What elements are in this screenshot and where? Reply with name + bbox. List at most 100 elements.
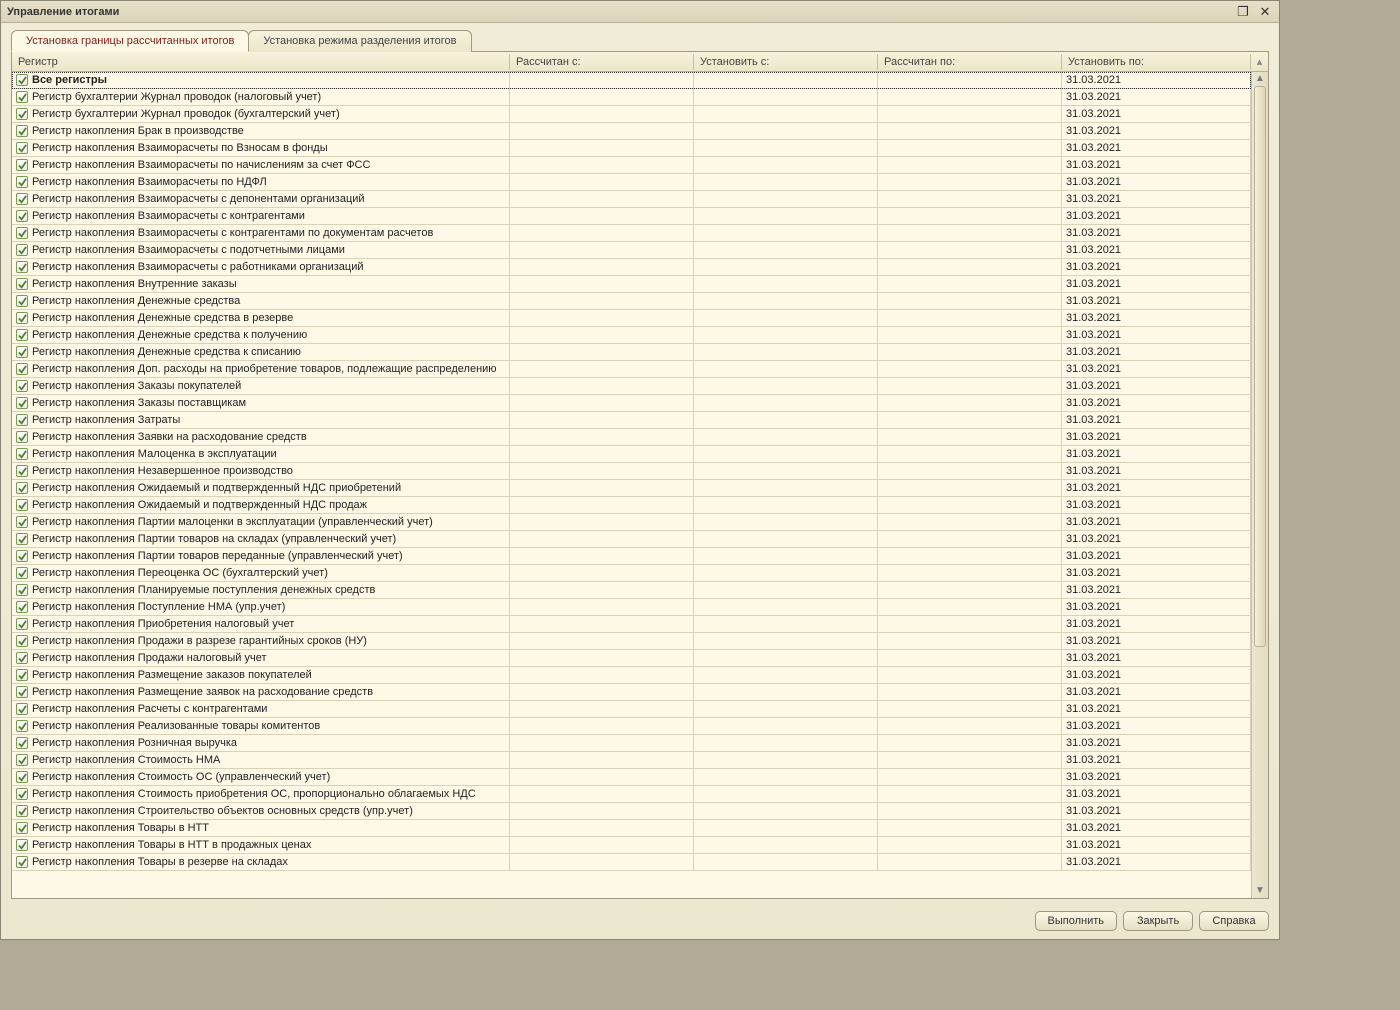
checkbox-icon[interactable] [16,618,28,630]
register-cell[interactable]: Регистр накопления Доп. расходы на приоб… [12,361,510,377]
table-row[interactable]: Регистр накопления Денежные средства к с… [12,344,1251,361]
table-row[interactable]: Регистр накопления Стоимость ОС (управле… [12,769,1251,786]
calc-from-cell[interactable] [510,89,694,105]
calc-to-cell[interactable] [878,72,1062,88]
set-to-cell[interactable]: 31.03.2021 [1062,242,1251,258]
calc-from-cell[interactable] [510,497,694,513]
set-from-cell[interactable] [694,803,878,819]
checkbox-icon[interactable] [16,465,28,477]
calc-from-cell[interactable] [510,701,694,717]
calc-to-cell[interactable] [878,565,1062,581]
calc-to-cell[interactable] [878,463,1062,479]
calc-to-cell[interactable] [878,361,1062,377]
set-from-cell[interactable] [694,684,878,700]
table-row[interactable]: Регистр накопления Строительство объекто… [12,803,1251,820]
set-to-cell[interactable]: 31.03.2021 [1062,174,1251,190]
register-cell[interactable]: Регистр накопления Взаиморасчеты с депон… [12,191,510,207]
calc-to-cell[interactable] [878,820,1062,836]
set-to-cell[interactable]: 31.03.2021 [1062,463,1251,479]
checkbox-icon[interactable] [16,380,28,392]
set-from-cell[interactable] [694,701,878,717]
register-cell[interactable]: Все регистры [12,72,510,88]
calc-from-cell[interactable] [510,769,694,785]
table-row[interactable]: Регистр накопления Ожидаемый и подтвержд… [12,497,1251,514]
scroll-up-icon[interactable]: ▲ [1255,74,1265,84]
checkbox-icon[interactable] [16,261,28,273]
calc-from-cell[interactable] [510,786,694,802]
calc-to-cell[interactable] [878,395,1062,411]
checkbox-icon[interactable] [16,856,28,868]
table-row[interactable]: Регистр накопления Внутренние заказы31.0… [12,276,1251,293]
calc-from-cell[interactable] [510,123,694,139]
calc-from-cell[interactable] [510,582,694,598]
checkbox-icon[interactable] [16,771,28,783]
calc-to-cell[interactable] [878,633,1062,649]
set-from-cell[interactable] [694,837,878,853]
set-from-cell[interactable] [694,531,878,547]
calc-from-cell[interactable] [510,293,694,309]
checkbox-icon[interactable] [16,448,28,460]
calc-to-cell[interactable] [878,701,1062,717]
checkbox-icon[interactable] [16,516,28,528]
set-from-cell[interactable] [694,429,878,445]
table-row[interactable]: Регистр накопления Взаиморасчеты с контр… [12,208,1251,225]
set-from-cell[interactable] [694,123,878,139]
calc-to-cell[interactable] [878,344,1062,360]
calc-from-cell[interactable] [510,633,694,649]
calc-to-cell[interactable] [878,786,1062,802]
set-from-cell[interactable] [694,548,878,564]
register-cell[interactable]: Регистр накопления Товары в НТТ [12,820,510,836]
calc-to-cell[interactable] [878,531,1062,547]
calc-to-cell[interactable] [878,684,1062,700]
checkbox-icon[interactable] [16,584,28,596]
set-to-cell[interactable]: 31.03.2021 [1062,395,1251,411]
checkbox-icon[interactable] [16,652,28,664]
checkbox-icon[interactable] [16,91,28,103]
register-cell[interactable]: Регистр накопления Внутренние заказы [12,276,510,292]
register-cell[interactable]: Регистр накопления Приобретения налоговы… [12,616,510,632]
calc-from-cell[interactable] [510,174,694,190]
set-from-cell[interactable] [694,310,878,326]
set-from-cell[interactable] [694,276,878,292]
calc-from-cell[interactable] [510,106,694,122]
table-row[interactable]: Все регистры31.03.2021 [12,72,1251,89]
set-from-cell[interactable] [694,752,878,768]
set-to-cell[interactable]: 31.03.2021 [1062,378,1251,394]
register-cell[interactable]: Регистр бухгалтерии Журнал проводок (бух… [12,106,510,122]
table-row[interactable]: Регистр накопления Товары в НТТ в продаж… [12,837,1251,854]
set-to-cell[interactable]: 31.03.2021 [1062,327,1251,343]
table-row[interactable]: Регистр накопления Партии товаров переда… [12,548,1251,565]
table-row[interactable]: Регистр накопления Товары в НТТ31.03.202… [12,820,1251,837]
set-to-cell[interactable]: 31.03.2021 [1062,752,1251,768]
checkbox-icon[interactable] [16,74,28,86]
table-row[interactable]: Регистр накопления Взаиморасчеты с подот… [12,242,1251,259]
set-to-cell[interactable]: 31.03.2021 [1062,191,1251,207]
set-to-cell[interactable]: 31.03.2021 [1062,225,1251,241]
table-row[interactable]: Регистр накопления Стоимость НМА31.03.20… [12,752,1251,769]
set-from-cell[interactable] [694,446,878,462]
calc-to-cell[interactable] [878,310,1062,326]
checkbox-icon[interactable] [16,414,28,426]
calc-to-cell[interactable] [878,480,1062,496]
set-from-cell[interactable] [694,480,878,496]
calc-to-cell[interactable] [878,752,1062,768]
set-from-cell[interactable] [694,735,878,751]
set-from-cell[interactable] [694,565,878,581]
set-from-cell[interactable] [694,786,878,802]
set-from-cell[interactable] [694,361,878,377]
set-to-cell[interactable]: 31.03.2021 [1062,412,1251,428]
calc-from-cell[interactable] [510,837,694,853]
set-from-cell[interactable] [694,106,878,122]
set-from-cell[interactable] [694,395,878,411]
register-cell[interactable]: Регистр накопления Переоценка ОС (бухгал… [12,565,510,581]
set-from-cell[interactable] [694,412,878,428]
calc-from-cell[interactable] [510,225,694,241]
set-to-cell[interactable]: 31.03.2021 [1062,531,1251,547]
calc-to-cell[interactable] [878,191,1062,207]
calc-to-cell[interactable] [878,650,1062,666]
calc-to-cell[interactable] [878,548,1062,564]
checkbox-icon[interactable] [16,125,28,137]
set-from-cell[interactable] [694,140,878,156]
calc-to-cell[interactable] [878,582,1062,598]
set-from-cell[interactable] [694,582,878,598]
